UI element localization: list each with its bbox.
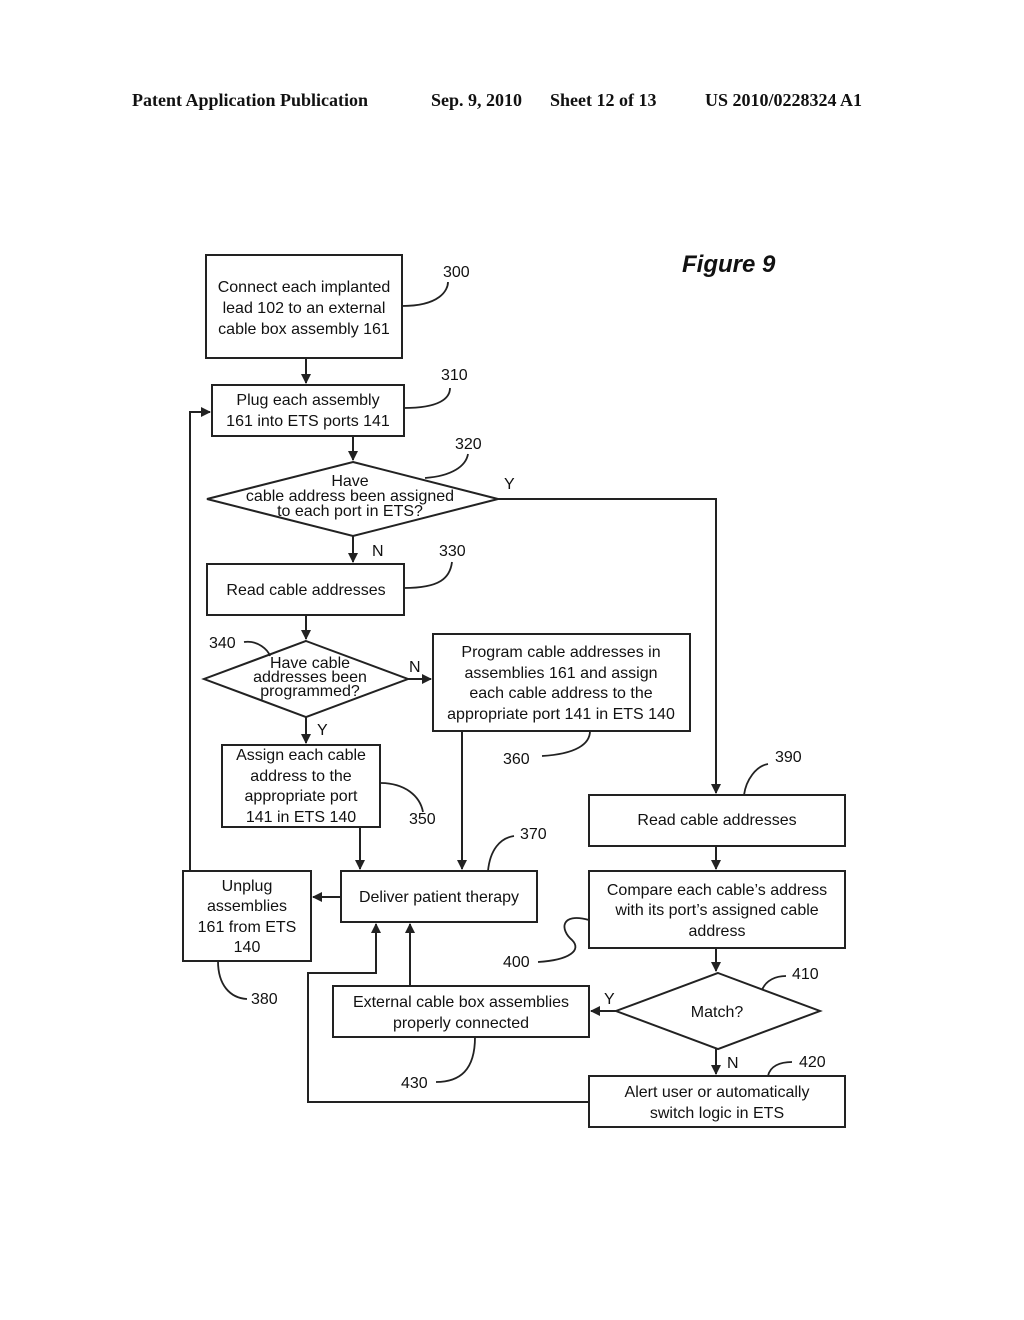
ref-340: 340 — [209, 635, 236, 652]
text-380-line: Unplug — [222, 878, 273, 895]
ref-330: 330 — [439, 543, 466, 560]
leader-340 — [243, 640, 271, 657]
leader-330 — [403, 561, 453, 589]
text-310-line: 161 into ETS ports 141 — [226, 413, 390, 430]
leader-410 — [761, 975, 787, 991]
leader-380 — [217, 960, 248, 1000]
ref-390: 390 — [775, 749, 802, 766]
edge-label-410-no: N — [727, 1055, 739, 1072]
text-350-line: 141 in ETS 140 — [246, 809, 356, 826]
text-400-line: Compare each cable’s address — [607, 882, 827, 899]
text-350-line: address to the — [250, 768, 352, 785]
text-360-line: Program cable addresses in — [461, 644, 660, 661]
text-310-line: Plug each assembly — [236, 392, 379, 409]
text-350-line: Assign each cable — [236, 747, 366, 764]
edge-380-310 — [189, 407, 211, 871]
leader-360 — [541, 730, 591, 757]
text-390: Read cable addresses — [637, 812, 796, 829]
text-380-line: assemblies — [207, 898, 287, 915]
text-370: Deliver patient therapy — [359, 889, 519, 906]
text-330: Read cable addresses — [226, 582, 385, 599]
ref-430: 430 — [401, 1075, 428, 1092]
text-380-line: 161 from ETS — [198, 919, 297, 936]
figure-title: Figure 9 — [682, 251, 776, 278]
ref-420: 420 — [799, 1054, 826, 1071]
flowchart: Figure 9 300 310 320 330 340 360 350 370… — [182, 251, 846, 1128]
text-430-line: External cable box assemblies — [353, 994, 569, 1011]
text-360-line: assemblies 161 and assign — [464, 665, 657, 682]
text-350-line: appropriate port — [245, 788, 359, 805]
edge-label-340-no: N — [409, 659, 421, 676]
text-300: Connect each implanted lead 102 to an ex… — [218, 279, 391, 338]
ref-380: 380 — [251, 991, 278, 1008]
text-360-line: appropriate port 141 in ETS 140 — [447, 706, 675, 723]
edge-label-320-yes: Y — [504, 476, 515, 493]
text-380-line: 140 — [234, 939, 261, 956]
ref-370: 370 — [520, 826, 547, 843]
text-300-line: lead 102 to an external — [223, 300, 386, 317]
text-340: Have cable addresses been programmed? — [253, 655, 367, 700]
text-340-line: programmed? — [260, 683, 360, 700]
ref-310: 310 — [441, 367, 468, 384]
edge-label-320-no: N — [372, 543, 384, 560]
leader-310 — [403, 387, 451, 409]
text-300-line: cable box assembly 161 — [218, 321, 390, 338]
text-400-line: with its port’s assigned cable — [614, 902, 818, 919]
text-430-line: properly connected — [393, 1015, 529, 1032]
text-320-line: to each port in ETS? — [277, 503, 423, 520]
edge-label-410-yes: Y — [604, 991, 615, 1008]
leader-420 — [767, 1061, 793, 1077]
leader-350 — [379, 782, 424, 813]
leader-390 — [743, 763, 769, 796]
leader-400 — [537, 917, 590, 963]
leader-300 — [401, 281, 449, 307]
edge-label-340-yes: Y — [317, 722, 328, 739]
ref-360: 360 — [503, 751, 530, 768]
leader-370 — [487, 835, 515, 872]
ref-350: 350 — [409, 811, 436, 828]
text-420-line: switch logic in ETS — [650, 1105, 784, 1122]
leader-430 — [435, 1036, 476, 1083]
text-420-line: Alert user or automatically — [625, 1084, 810, 1101]
text-400-line: address — [689, 923, 746, 940]
ref-300: 300 — [443, 264, 470, 281]
ref-410: 410 — [792, 966, 819, 983]
ref-400: 400 — [503, 954, 530, 971]
leader-320 — [424, 453, 469, 479]
text-410: Match? — [691, 1004, 744, 1021]
ref-320: 320 — [455, 436, 482, 453]
text-360-line: each cable address to the — [469, 685, 652, 702]
text-300-line: Connect each implanted — [218, 279, 391, 296]
